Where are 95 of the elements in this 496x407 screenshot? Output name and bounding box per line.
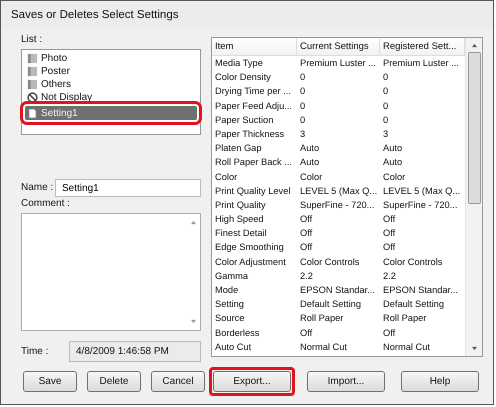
table-cell-text: Color: [299, 170, 324, 184]
table-cell-text: Paper Suction: [214, 114, 274, 127]
list-item[interactable]: Poster: [25, 65, 197, 78]
table-cell-text: Off: [299, 241, 314, 254]
table-cell-text: Color Controls: [299, 256, 360, 269]
table-cell-text: 0: [299, 85, 306, 98]
scroll-up-arrow-icon[interactable]: [190, 220, 196, 225]
table-cell-text: Color Adjustment: [214, 256, 287, 269]
table-cell-text: Print Quality: [214, 198, 267, 212]
table-cell-text: 0: [382, 100, 390, 113]
table-cell-text: SuperFine - 720...: [382, 198, 458, 212]
comment-field[interactable]: [21, 213, 201, 331]
table-cell-text: 3: [299, 128, 306, 141]
table-cell-text: Auto Cut: [214, 340, 252, 354]
scroll-down-arrow-icon[interactable]: [190, 319, 196, 324]
table-cell-text: Mode: [214, 284, 240, 297]
table-cell-text: EPSON Standar...: [382, 284, 459, 297]
table-cell-text: Drying Time per ...: [214, 85, 292, 98]
table-cell-text: 0: [299, 71, 306, 84]
table-cell-text: Premium Luster ...: [299, 57, 377, 70]
comment-label: Comment :: [21, 197, 71, 211]
table-cell-text: 2.2: [382, 270, 397, 283]
table-cell-text: EPSON Standar...: [299, 284, 376, 297]
table-cell-text: Media Type: [214, 57, 264, 70]
table-cell-text: Paper Thickness: [214, 128, 286, 141]
table-cell-text: Off: [382, 241, 396, 254]
table-cell-text: 0: [382, 114, 390, 127]
table-cell-text: Borderless: [214, 326, 260, 340]
folder-icon: [27, 66, 38, 77]
time-field: 4/8/2009 1:46:58 PM: [69, 341, 201, 362]
list-item[interactable]: Setting1: [25, 106, 197, 120]
list-item[interactable]: Others: [25, 78, 197, 91]
table-cell-text: Color Density: [214, 71, 272, 84]
table-cell-text: Roll Paper: [299, 312, 344, 326]
table-cell-text: 3: [382, 128, 390, 141]
table-cell-text: Edge Smoothing: [214, 241, 285, 254]
table-cell-text: Normal Cut: [299, 340, 348, 354]
table-cell-text: 0: [382, 85, 390, 98]
table-cell-text: Auto: [299, 156, 320, 170]
folder-icon: [27, 79, 38, 90]
scroll-down-arrow-icon[interactable]: [470, 346, 478, 351]
table-cell-text: Finest Detail: [214, 227, 268, 240]
table-cell-text: Setting: [214, 298, 245, 312]
table-cell-text: SuperFine - 720...: [299, 198, 376, 212]
table-cell-text: Off: [382, 326, 396, 340]
dialog-button[interactable]: Delete: [87, 371, 141, 392]
dialog-button[interactable]: Import...: [307, 371, 385, 392]
dialog-button[interactable]: Save: [23, 371, 77, 392]
table-cell-text: Color: [214, 170, 238, 184]
table-cell-text: Premium Luster ...: [382, 57, 460, 70]
table-cell-text: Off: [299, 227, 314, 240]
list-item[interactable]: Photo: [25, 52, 197, 65]
table-cell-text: 0: [299, 100, 306, 113]
scrollbar[interactable]: [465, 38, 482, 356]
table-cell-text: High Speed: [214, 213, 265, 226]
table-cell-text: LEVEL 5 (Max Q...: [382, 184, 462, 198]
dialog-button[interactable]: Help: [401, 371, 479, 392]
table-cell-text: Print Quality Level: [214, 184, 292, 198]
table-cell-text: Normal Cut: [382, 340, 432, 354]
dialog-button[interactable]: Cancel: [151, 371, 205, 392]
table-cell-text: 2.2: [299, 270, 314, 283]
table-cell-text: 0: [299, 114, 306, 127]
window-title: Saves or Deletes Select Settings: [1, 1, 493, 29]
table-cell-text: Platen Gap: [214, 142, 263, 156]
table-cell-text: Color: [382, 170, 406, 184]
document-icon: [27, 108, 38, 118]
name-field[interactable]: Setting1: [55, 179, 201, 197]
list-item[interactable]: Not Display: [25, 91, 197, 104]
table-cell-text: Auto: [299, 142, 320, 156]
table-cell-text: Auto: [382, 142, 404, 156]
time-label: Time :: [21, 344, 50, 358]
table-cell-text: Off: [299, 326, 314, 340]
list-label: List :: [21, 33, 44, 47]
scroll-up-arrow-icon[interactable]: [470, 43, 478, 48]
table-cell-text: Off: [382, 227, 396, 240]
table-cell-text: Default Setting: [382, 298, 445, 312]
table-cell-text: Roll Paper: [382, 312, 428, 326]
table-cell-text: Off: [382, 213, 396, 226]
scroll-thumb[interactable]: [468, 52, 480, 204]
table-cell-text: Default Setting: [299, 298, 362, 312]
name-label: Name :: [21, 181, 54, 195]
folder-icon: [27, 53, 38, 64]
dialog-button[interactable]: Export...: [213, 371, 291, 392]
table-cell-text: LEVEL 5 (Max Q...: [299, 184, 378, 198]
column-header[interactable]: Item: [212, 38, 297, 55]
table-cell-text: Color Controls: [382, 256, 444, 269]
table-cell-text: Source: [214, 312, 246, 326]
column-header[interactable]: Current Settings: [297, 38, 380, 55]
table-cell-text: Auto: [382, 156, 404, 170]
table-cell-text: 0: [382, 71, 390, 84]
table-cell-text: Off: [299, 213, 314, 226]
table-cell-text: Paper Feed Adju...: [214, 100, 294, 113]
prohibited-icon: [27, 92, 38, 103]
table-cell-text: Roll Paper Back ...: [214, 156, 293, 170]
table-cell-text: Gamma: [214, 270, 250, 283]
